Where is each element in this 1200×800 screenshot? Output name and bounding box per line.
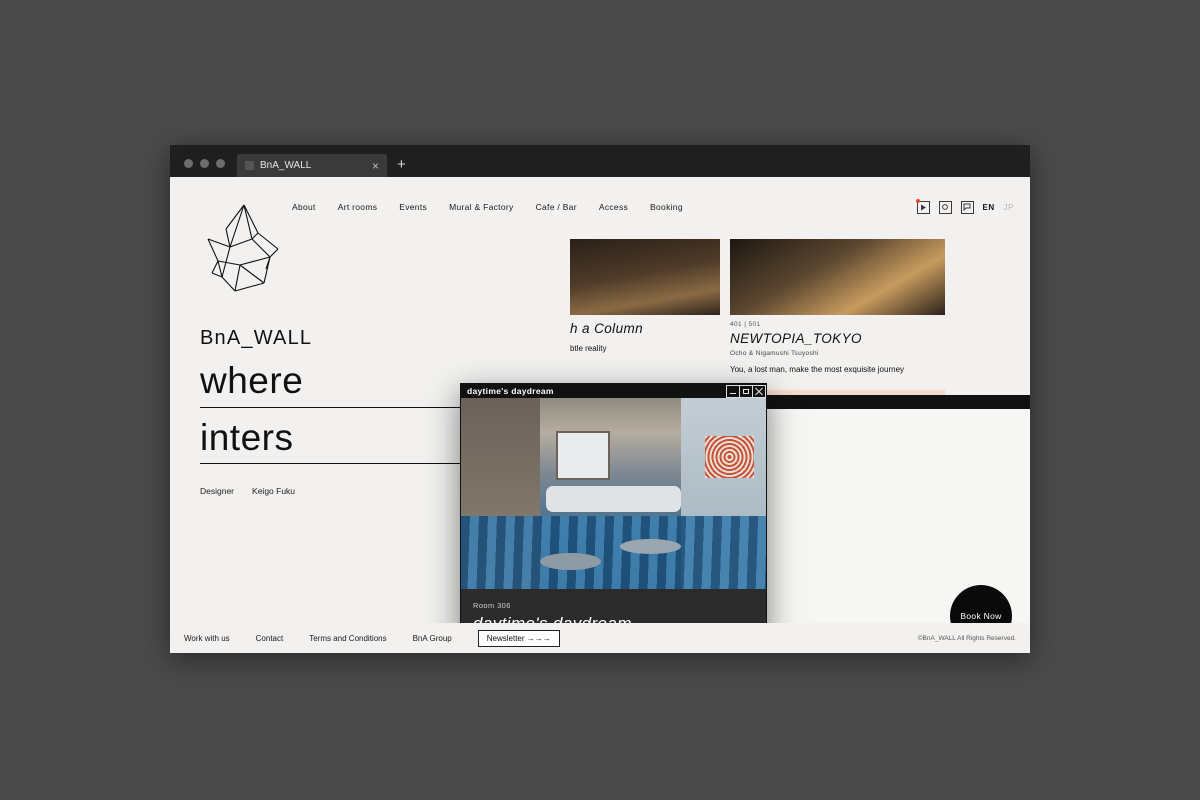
- room-detail-modal: daytime's daydream Room 306: [460, 383, 767, 653]
- footer-link-contact[interactable]: Contact: [256, 634, 284, 643]
- footer-link-bna-group[interactable]: BnA Group: [413, 634, 452, 643]
- mural-room-photo: [730, 239, 945, 315]
- room-title: h a Column: [570, 321, 644, 336]
- nav-item-access[interactable]: Access: [599, 202, 628, 212]
- designer-name: Keigo Fuku: [252, 486, 296, 497]
- maximize-window-dot[interactable]: [216, 159, 225, 168]
- notification-dot: [915, 198, 920, 203]
- page-footer: Work with us Contact Terms and Condition…: [170, 623, 1030, 653]
- new-tab-button[interactable]: +: [387, 156, 416, 177]
- top-navigation: About Art rooms Events Mural & Factory C…: [170, 197, 1030, 217]
- tab-label: BnA_WALL: [260, 160, 312, 171]
- designer-label: Designer: [200, 486, 235, 497]
- maximize-icon[interactable]: [739, 384, 753, 398]
- room-meta: 401 | 501: [730, 321, 761, 328]
- room-card[interactable]: 401 | 501 NEWTOPIA_TOKYO Ocho & Nigamush…: [730, 239, 945, 376]
- room-list-window-titlebar: [761, 396, 1030, 409]
- nav-item-cafe-bar[interactable]: Cafe / Bar: [536, 202, 577, 212]
- room-desc: You, a lost man, make the most exquisite…: [730, 365, 905, 374]
- modal-window-controls: [726, 384, 766, 398]
- browser-window: BnA_WALL × + About Art rooms Events Mura…: [170, 145, 1030, 653]
- browser-tab[interactable]: BnA_WALL ×: [237, 154, 387, 177]
- close-window-dot[interactable]: [184, 159, 193, 168]
- room-number: Room 306: [473, 600, 511, 610]
- favicon-icon: [245, 161, 254, 170]
- lang-en[interactable]: EN: [983, 203, 995, 212]
- room-photo: [461, 398, 766, 589]
- nav-links: About Art rooms Events Mural & Factory C…: [292, 202, 683, 212]
- room-card[interactable]: h a Column btle reality: [570, 239, 720, 376]
- nav-item-art-rooms[interactable]: Art rooms: [338, 202, 378, 212]
- instagram-camera-icon[interactable]: [938, 200, 952, 214]
- footer-link-terms[interactable]: Terms and Conditions: [309, 634, 386, 643]
- browser-chrome: BnA_WALL × +: [170, 145, 1030, 177]
- speech-bubble-icon[interactable]: [960, 200, 974, 214]
- page-content: About Art rooms Events Mural & Factory C…: [170, 177, 1030, 653]
- close-icon[interactable]: ×: [372, 159, 379, 173]
- room-desc: btle reality: [570, 344, 607, 353]
- window-traffic-lights[interactable]: [170, 159, 237, 177]
- newsletter-button[interactable]: Newsletter →→→: [477, 629, 560, 647]
- desktop-background: BnA_WALL × + About Art rooms Events Mura…: [0, 0, 1200, 800]
- minimize-window-dot[interactable]: [200, 159, 209, 168]
- modal-titlebar[interactable]: daytime's daydream: [461, 384, 766, 399]
- newtopia-room-photo: [570, 239, 720, 315]
- nav-right-controls: EN JP: [915, 198, 1030, 214]
- close-icon[interactable]: [752, 384, 766, 398]
- minimize-icon[interactable]: [726, 384, 740, 398]
- lang-jp[interactable]: JP: [1004, 203, 1014, 212]
- copyright-text: ©BnA_WALL All Rights Reserved.: [917, 634, 1016, 642]
- nav-item-about[interactable]: About: [292, 202, 316, 212]
- nav-item-mural-factory[interactable]: Mural & Factory: [449, 202, 514, 212]
- nav-item-booking[interactable]: Booking: [650, 202, 683, 212]
- room-artist: Ocho & Nigamushi Tsuyoshi: [730, 350, 819, 357]
- video-play-icon[interactable]: [915, 198, 930, 214]
- footer-link-work-with-us[interactable]: Work with us: [184, 634, 230, 643]
- nav-item-events[interactable]: Events: [399, 202, 427, 212]
- modal-window-title: daytime's daydream: [467, 386, 554, 397]
- room-title: NEWTOPIA_TOKYO: [730, 331, 862, 346]
